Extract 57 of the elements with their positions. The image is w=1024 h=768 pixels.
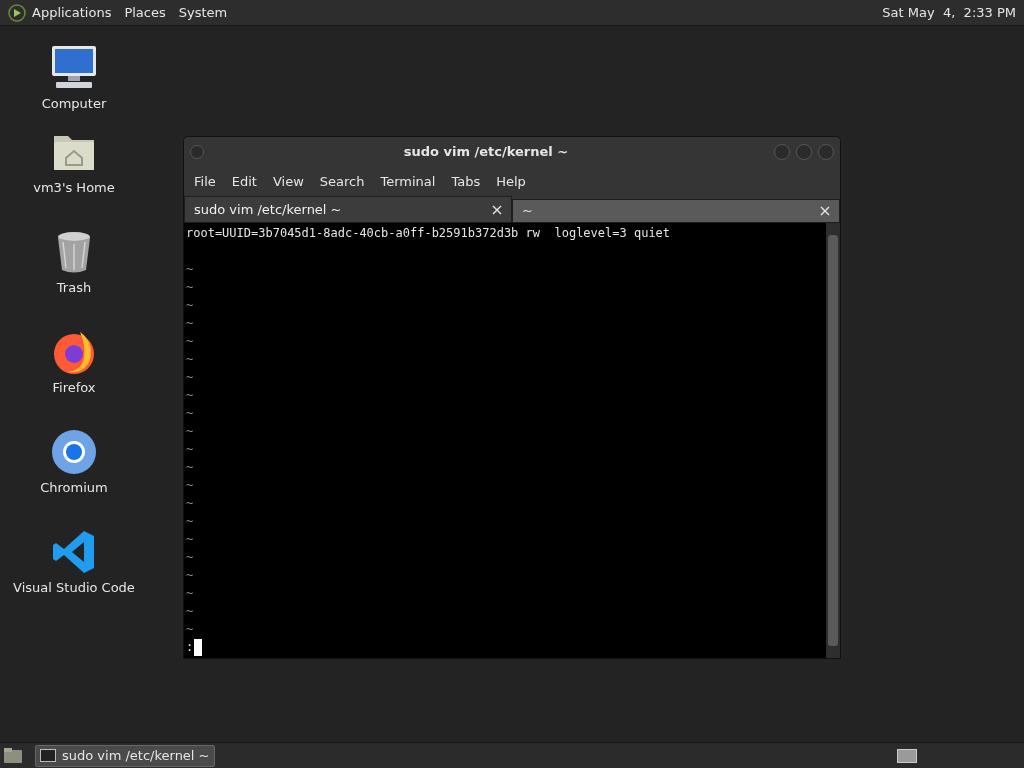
empty-line-tilde: ~ bbox=[186, 496, 194, 510]
empty-line-tilde: ~ bbox=[186, 334, 194, 348]
show-desktop-icon[interactable] bbox=[3, 746, 23, 765]
empty-line-tilde: ~ bbox=[186, 262, 194, 276]
clock[interactable]: Sat May 4, 2:33 PM bbox=[882, 2, 1016, 23]
empty-line-tilde: ~ bbox=[186, 460, 194, 474]
terminal-tab[interactable]: ~ bbox=[512, 199, 840, 223]
maximize-button[interactable] bbox=[796, 144, 812, 160]
empty-line-tilde: ~ bbox=[186, 550, 194, 564]
desktop-icon-label[interactable]: Chromium bbox=[40, 478, 108, 498]
empty-line-tilde: ~ bbox=[186, 316, 194, 330]
desktop-icon-label[interactable]: Visual Studio Code bbox=[13, 578, 135, 598]
play-logo-icon bbox=[8, 3, 26, 22]
empty-line-tilde: ~ bbox=[186, 514, 194, 528]
empty-line-tilde: ~ bbox=[186, 568, 194, 582]
panel-menu[interactable]: Applications bbox=[32, 2, 112, 23]
menu-item[interactable]: Tabs bbox=[445, 171, 487, 192]
empty-line-tilde: ~ bbox=[186, 532, 194, 546]
terminal-tab[interactable]: sudo vim /etc/kernel ~ bbox=[184, 196, 512, 223]
panel-menu[interactable]: Places bbox=[124, 2, 166, 23]
scrollbar[interactable] bbox=[826, 223, 840, 658]
chromium-icon bbox=[50, 428, 98, 476]
empty-line-tilde: ~ bbox=[186, 280, 194, 294]
empty-line-tilde: ~ bbox=[186, 424, 194, 438]
menu-item[interactable]: Help bbox=[490, 171, 532, 192]
close-tab-icon[interactable] bbox=[820, 206, 830, 216]
terminal-icon bbox=[40, 749, 56, 762]
empty-line-tilde: ~ bbox=[186, 352, 194, 366]
menu-item[interactable]: Terminal bbox=[374, 171, 442, 192]
menu-item[interactable]: Search bbox=[313, 171, 371, 192]
window-menu-button[interactable] bbox=[190, 145, 204, 159]
desktop-icon-label[interactable]: vm3's Home bbox=[33, 178, 115, 198]
empty-line-tilde: ~ bbox=[186, 370, 194, 384]
close-tab-icon[interactable] bbox=[492, 204, 502, 215]
desktop-icon-label[interactable]: Computer bbox=[41, 94, 107, 114]
window-title: sudo vim /etc/kernel ~ bbox=[402, 143, 570, 162]
empty-line-tilde: ~ bbox=[186, 442, 194, 456]
empty-line-tilde: ~ bbox=[186, 622, 194, 636]
empty-line-tilde: ~ bbox=[186, 604, 194, 618]
menu-item[interactable]: File bbox=[188, 171, 222, 192]
empty-line-tilde: ~ bbox=[186, 298, 194, 312]
close-button[interactable] bbox=[818, 144, 834, 160]
command-line: : bbox=[186, 639, 194, 656]
desktop-icon-label[interactable]: Trash bbox=[56, 278, 92, 298]
empty-line-tilde: ~ bbox=[186, 478, 194, 492]
minimize-button[interactable] bbox=[774, 144, 790, 160]
menu-item[interactable]: Edit bbox=[225, 171, 263, 192]
terminal-line: root=UUID=3b7045d1-8adc-40cb-a0ff-b2591b372d3b rw loglevel=3 quiet bbox=[186, 226, 671, 240]
desktop-icon-label[interactable]: Firefox bbox=[52, 378, 96, 398]
empty-line-tilde: ~ bbox=[186, 406, 194, 420]
empty-line-tilde: ~ bbox=[186, 388, 194, 402]
taskbar-task[interactable]: sudo vim /etc/kernel ~ bbox=[35, 744, 215, 767]
cursor bbox=[194, 638, 203, 656]
panel-menu[interactable]: System bbox=[178, 2, 228, 23]
workspace-switcher[interactable] bbox=[897, 748, 917, 763]
menu-item[interactable]: View bbox=[266, 171, 310, 192]
empty-line-tilde: ~ bbox=[186, 586, 194, 600]
